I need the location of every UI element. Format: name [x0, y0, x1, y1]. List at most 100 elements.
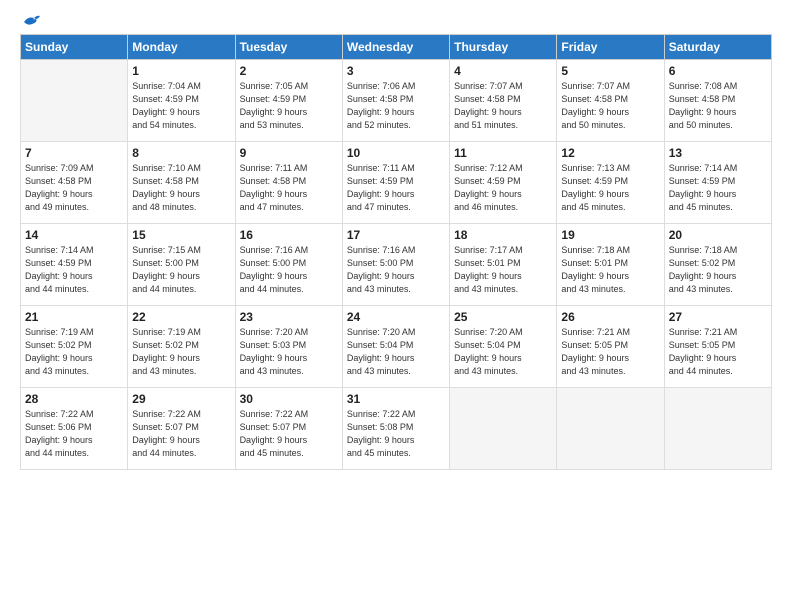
calendar-cell: 27 Sunrise: 7:21 AM Sunset: 5:05 PM Dayli… — [664, 306, 771, 388]
day-number: 26 — [561, 310, 659, 324]
day-number: 12 — [561, 146, 659, 160]
calendar-cell: 3 Sunrise: 7:06 AM Sunset: 4:58 PM Daylig… — [342, 60, 449, 142]
day-number: 15 — [132, 228, 230, 242]
day-info: Sunrise: 7:20 AM Sunset: 5:04 PM Dayligh… — [454, 326, 552, 378]
calendar-cell: 28 Sunrise: 7:22 AM Sunset: 5:06 PM Dayli… — [21, 388, 128, 470]
day-info: Sunrise: 7:04 AM Sunset: 4:59 PM Dayligh… — [132, 80, 230, 132]
calendar-cell: 9Sunrise: 7:11 AM Sunset: 4:58 PM Daylig… — [235, 142, 342, 224]
calendar-cell: 25 Sunrise: 7:20 AM Sunset: 5:04 PM Dayli… — [450, 306, 557, 388]
calendar-cell: 4 Sunrise: 7:07 AM Sunset: 4:58 PM Daylig… — [450, 60, 557, 142]
day-number: 11 — [454, 146, 552, 160]
calendar-cell: 6Sunrise: 7:08 AM Sunset: 4:58 PM Daylig… — [664, 60, 771, 142]
calendar-week-3: 14 Sunrise: 7:14 AM Sunset: 4:59 PM Dayli… — [21, 224, 772, 306]
logo — [20, 18, 40, 28]
calendar-cell: 5Sunrise: 7:07 AM Sunset: 4:58 PM Daylig… — [557, 60, 664, 142]
calendar-cell: 31 Sunrise: 7:22 AM Sunset: 5:08 PM Dayli… — [342, 388, 449, 470]
day-info: Sunrise: 7:11 AM Sunset: 4:59 PM Dayligh… — [347, 162, 445, 214]
calendar-cell: 29 Sunrise: 7:22 AM Sunset: 5:07 PM Dayli… — [128, 388, 235, 470]
col-header-saturday: Saturday — [664, 35, 771, 60]
col-header-friday: Friday — [557, 35, 664, 60]
col-header-monday: Monday — [128, 35, 235, 60]
calendar-cell: 10 Sunrise: 7:11 AM Sunset: 4:59 PM Dayli… — [342, 142, 449, 224]
day-number: 1 — [132, 64, 230, 78]
calendar-cell: 13 Sunrise: 7:14 AM Sunset: 4:59 PM Dayli… — [664, 142, 771, 224]
day-number: 3 — [347, 64, 445, 78]
day-info: Sunrise: 7:22 AM Sunset: 5:08 PM Dayligh… — [347, 408, 445, 460]
day-number: 6 — [669, 64, 767, 78]
calendar-cell: 12 Sunrise: 7:13 AM Sunset: 4:59 PM Dayli… — [557, 142, 664, 224]
calendar-cell: 20 Sunrise: 7:18 AM Sunset: 5:02 PM Dayli… — [664, 224, 771, 306]
page: SundayMondayTuesdayWednesdayThursdayFrid… — [0, 0, 792, 612]
col-header-tuesday: Tuesday — [235, 35, 342, 60]
day-info: Sunrise: 7:21 AM Sunset: 5:05 PM Dayligh… — [561, 326, 659, 378]
day-number: 13 — [669, 146, 767, 160]
calendar-cell: 19 Sunrise: 7:18 AM Sunset: 5:01 PM Dayli… — [557, 224, 664, 306]
calendar-cell — [450, 388, 557, 470]
day-number: 22 — [132, 310, 230, 324]
day-number: 29 — [132, 392, 230, 406]
day-info: Sunrise: 7:18 AM Sunset: 5:02 PM Dayligh… — [669, 244, 767, 296]
day-info: Sunrise: 7:10 AM Sunset: 4:58 PM Dayligh… — [132, 162, 230, 214]
day-number: 8 — [132, 146, 230, 160]
calendar-header-row: SundayMondayTuesdayWednesdayThursdayFrid… — [21, 35, 772, 60]
day-number: 23 — [240, 310, 338, 324]
day-info: Sunrise: 7:22 AM Sunset: 5:07 PM Dayligh… — [132, 408, 230, 460]
day-info: Sunrise: 7:20 AM Sunset: 5:04 PM Dayligh… — [347, 326, 445, 378]
calendar-cell: 7 Sunrise: 7:09 AM Sunset: 4:58 PM Daylig… — [21, 142, 128, 224]
day-number: 20 — [669, 228, 767, 242]
logo-bird-icon — [22, 14, 40, 30]
header — [20, 18, 772, 28]
day-number: 25 — [454, 310, 552, 324]
day-number: 7 — [25, 146, 123, 160]
day-number: 10 — [347, 146, 445, 160]
day-info: Sunrise: 7:21 AM Sunset: 5:05 PM Dayligh… — [669, 326, 767, 378]
day-number: 31 — [347, 392, 445, 406]
day-info: Sunrise: 7:05 AM Sunset: 4:59 PM Dayligh… — [240, 80, 338, 132]
calendar-cell — [664, 388, 771, 470]
day-info: Sunrise: 7:19 AM Sunset: 5:02 PM Dayligh… — [25, 326, 123, 378]
calendar-cell: 18Sunrise: 7:17 AM Sunset: 5:01 PM Dayli… — [450, 224, 557, 306]
day-number: 4 — [454, 64, 552, 78]
calendar-week-1: 1 Sunrise: 7:04 AM Sunset: 4:59 PM Daylig… — [21, 60, 772, 142]
calendar-cell: 23Sunrise: 7:20 AM Sunset: 5:03 PM Dayli… — [235, 306, 342, 388]
day-info: Sunrise: 7:12 AM Sunset: 4:59 PM Dayligh… — [454, 162, 552, 214]
day-info: Sunrise: 7:07 AM Sunset: 4:58 PM Dayligh… — [454, 80, 552, 132]
day-info: Sunrise: 7:18 AM Sunset: 5:01 PM Dayligh… — [561, 244, 659, 296]
day-number: 14 — [25, 228, 123, 242]
calendar-cell: 26 Sunrise: 7:21 AM Sunset: 5:05 PM Dayli… — [557, 306, 664, 388]
day-number: 21 — [25, 310, 123, 324]
calendar-cell: 1 Sunrise: 7:04 AM Sunset: 4:59 PM Daylig… — [128, 60, 235, 142]
calendar-cell: 30Sunrise: 7:22 AM Sunset: 5:07 PM Dayli… — [235, 388, 342, 470]
calendar-cell: 2Sunrise: 7:05 AM Sunset: 4:59 PM Daylig… — [235, 60, 342, 142]
calendar-cell: 14 Sunrise: 7:14 AM Sunset: 4:59 PM Dayli… — [21, 224, 128, 306]
day-info: Sunrise: 7:14 AM Sunset: 4:59 PM Dayligh… — [25, 244, 123, 296]
col-header-thursday: Thursday — [450, 35, 557, 60]
day-info: Sunrise: 7:11 AM Sunset: 4:58 PM Dayligh… — [240, 162, 338, 214]
day-info: Sunrise: 7:19 AM Sunset: 5:02 PM Dayligh… — [132, 326, 230, 378]
day-number: 27 — [669, 310, 767, 324]
day-info: Sunrise: 7:06 AM Sunset: 4:58 PM Dayligh… — [347, 80, 445, 132]
day-info: Sunrise: 7:14 AM Sunset: 4:59 PM Dayligh… — [669, 162, 767, 214]
day-number: 24 — [347, 310, 445, 324]
calendar-cell: 21 Sunrise: 7:19 AM Sunset: 5:02 PM Dayli… — [21, 306, 128, 388]
day-info: Sunrise: 7:09 AM Sunset: 4:58 PM Dayligh… — [25, 162, 123, 214]
calendar-cell: 15 Sunrise: 7:15 AM Sunset: 5:00 PM Dayli… — [128, 224, 235, 306]
day-info: Sunrise: 7:16 AM Sunset: 5:00 PM Dayligh… — [347, 244, 445, 296]
day-number: 19 — [561, 228, 659, 242]
calendar-cell: 16Sunrise: 7:16 AM Sunset: 5:00 PM Dayli… — [235, 224, 342, 306]
calendar-cell: 11 Sunrise: 7:12 AM Sunset: 4:59 PM Dayli… — [450, 142, 557, 224]
day-info: Sunrise: 7:17 AM Sunset: 5:01 PM Dayligh… — [454, 244, 552, 296]
calendar-cell — [21, 60, 128, 142]
day-number: 28 — [25, 392, 123, 406]
day-info: Sunrise: 7:22 AM Sunset: 5:06 PM Dayligh… — [25, 408, 123, 460]
col-header-sunday: Sunday — [21, 35, 128, 60]
calendar-week-5: 28 Sunrise: 7:22 AM Sunset: 5:06 PM Dayli… — [21, 388, 772, 470]
calendar-cell: 8 Sunrise: 7:10 AM Sunset: 4:58 PM Daylig… — [128, 142, 235, 224]
calendar-cell: 17 Sunrise: 7:16 AM Sunset: 5:00 PM Dayli… — [342, 224, 449, 306]
day-info: Sunrise: 7:13 AM Sunset: 4:59 PM Dayligh… — [561, 162, 659, 214]
day-info: Sunrise: 7:15 AM Sunset: 5:00 PM Dayligh… — [132, 244, 230, 296]
day-number: 17 — [347, 228, 445, 242]
calendar-table: SundayMondayTuesdayWednesdayThursdayFrid… — [20, 34, 772, 470]
calendar-cell: 22 Sunrise: 7:19 AM Sunset: 5:02 PM Dayli… — [128, 306, 235, 388]
day-number: 30 — [240, 392, 338, 406]
